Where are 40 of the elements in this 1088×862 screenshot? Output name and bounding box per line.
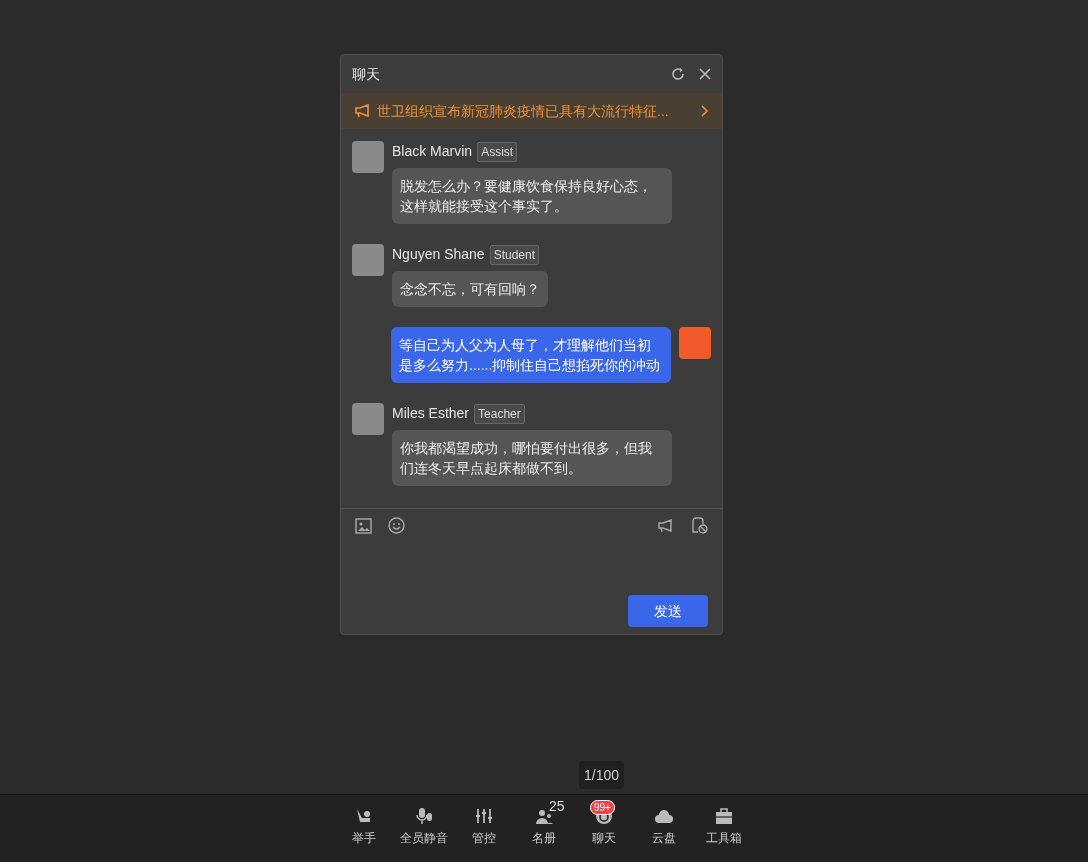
mute-chat-icon[interactable] (690, 517, 708, 534)
toolbar-button[interactable]: 工具箱 (694, 798, 754, 847)
avatar-placeholder (352, 244, 384, 276)
message-bubble: 你我都渴望成功，哪怕要付出很多，但我们连冬天早点起床都做不到。 (392, 430, 672, 486)
megaphone-icon (354, 103, 371, 119)
page-indicator: 1/100 (584, 765, 620, 785)
announcement-banner[interactable]: 世卫组织宣布新冠肺炎疫情已具有大流行特征... (341, 93, 722, 129)
announcement-text: 世卫组织宣布新冠肺炎疫情已具有大流行特征... (377, 101, 669, 121)
emoji-icon[interactable] (388, 517, 405, 534)
sender-name: Miles Esther (392, 404, 470, 423)
toolbar-button[interactable]: 99+ 聊天 (574, 798, 634, 847)
refresh-icon[interactable] (671, 67, 685, 81)
unread-badge: 99+ (590, 800, 615, 815)
toolbar-button[interactable]: 管控 (454, 798, 514, 847)
cloud-icon (654, 807, 674, 826)
megaphone-icon[interactable] (657, 517, 674, 534)
sender-name: Nguyen Shane (392, 245, 485, 264)
avatar-placeholder (352, 141, 384, 173)
role-tag: Student (489, 244, 539, 265)
toolbar-button[interactable]: 25 名册 (514, 798, 574, 847)
microphones-icon (414, 807, 434, 826)
participant-count: 25 (549, 799, 565, 813)
role-tag: Assist (477, 141, 518, 162)
window-title: 聊天 (352, 64, 380, 84)
chevron-right-icon (701, 105, 709, 117)
toolbar-button[interactable]: 全员静音 (394, 798, 454, 847)
avatar-placeholder (679, 327, 711, 359)
sliders-icon (474, 807, 494, 826)
message-bubble: 念念不忘，可有回响？ (392, 271, 548, 307)
message-bubble: 脱发怎么办？要健康饮食保持良好心态，这样就能接受这个事实了。 (392, 168, 672, 224)
role-tag: Teacher (474, 403, 525, 424)
close-icon[interactable] (699, 68, 711, 80)
image-icon[interactable] (355, 517, 372, 534)
sender-name: Black Marvin (392, 142, 473, 161)
message-bubble: 等自己为人父为人母了，才理解他们当初是多么努力......抑制住自己想掐死你的冲动 (391, 327, 671, 383)
avatar-placeholder (352, 403, 384, 435)
toolbar-button[interactable]: 云盘 (634, 798, 694, 847)
toolbox-icon (714, 807, 734, 826)
send-button[interactable]: 发送 (628, 595, 708, 627)
toolbar-button[interactable]: 举手 (334, 798, 394, 847)
